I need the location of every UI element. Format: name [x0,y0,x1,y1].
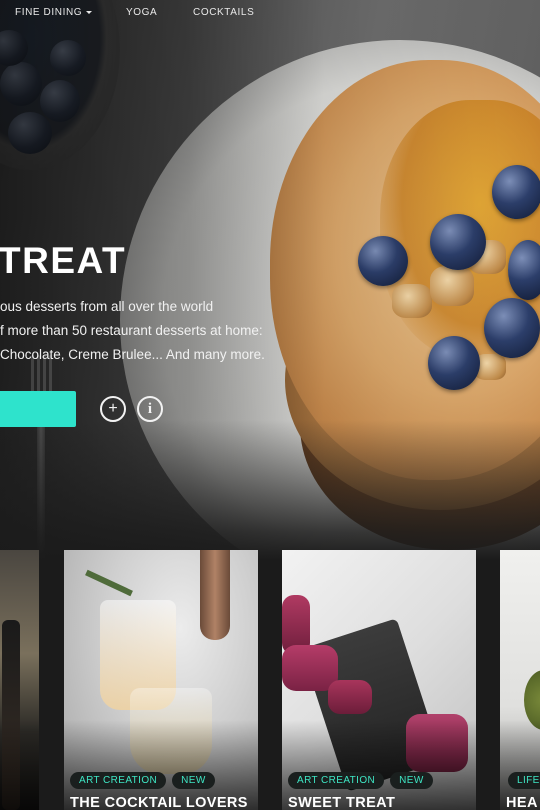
tag-art-creation[interactable]: ART CREATION [288,772,385,789]
tag-new[interactable]: NEW [172,772,215,789]
card-tags: LIFE [508,772,540,789]
card-title: SWEET TREAT [288,795,396,810]
nav-item-label: COCKTAILS [193,7,255,18]
card-fade [0,720,39,810]
hero-description-line: ous desserts from all over the world [0,299,214,314]
card-title: THE COCKTAIL LOVERS [70,795,248,810]
hero-description-line: f more than 50 restaurant desserts at ho… [0,323,263,338]
hero-title: TREAT [0,240,127,281]
tag-lifestyle[interactable]: LIFE [508,772,540,789]
nav-item-label: YOGA [126,7,158,18]
plus-circle-icon: + [108,400,118,417]
content-card-sweet-treat[interactable]: ART CREATION NEW SWEET TREAT [282,550,476,810]
watch-now-button[interactable]: / [0,391,76,427]
card-tags: ART CREATION NEW [288,772,433,789]
info-circle-icon: i [147,401,153,417]
hero-description-line: Chocolate, Creme Brulee... And many more… [0,347,265,362]
add-to-list-button[interactable]: + [100,396,126,422]
shaker-image [200,550,230,640]
top-nav: FINE DINING YOGA COCKTAILS [0,0,540,28]
content-card[interactable] [0,550,39,810]
tag-new[interactable]: NEW [390,772,433,789]
card-tags: ART CREATION NEW [70,772,215,789]
chevron-down-icon [86,10,93,14]
card-title: HEA [506,795,538,810]
nav-item-yoga[interactable]: YOGA [126,7,157,18]
nav-item-label: FINE DINING [15,7,83,18]
info-button[interactable]: i [137,396,163,422]
tag-art-creation[interactable]: ART CREATION [70,772,167,789]
content-card-cocktail-lovers[interactable]: ART CREATION NEW THE COCKTAIL LOVERS [64,550,258,810]
nav-item-cocktails[interactable]: COCKTAILS [193,7,254,18]
nav-item-fine-dining[interactable]: FINE DINING [15,7,93,18]
hero-bottom-fade [0,420,540,560]
content-card-health[interactable]: LIFE HEA [500,550,540,810]
popsicle-image [328,680,372,714]
